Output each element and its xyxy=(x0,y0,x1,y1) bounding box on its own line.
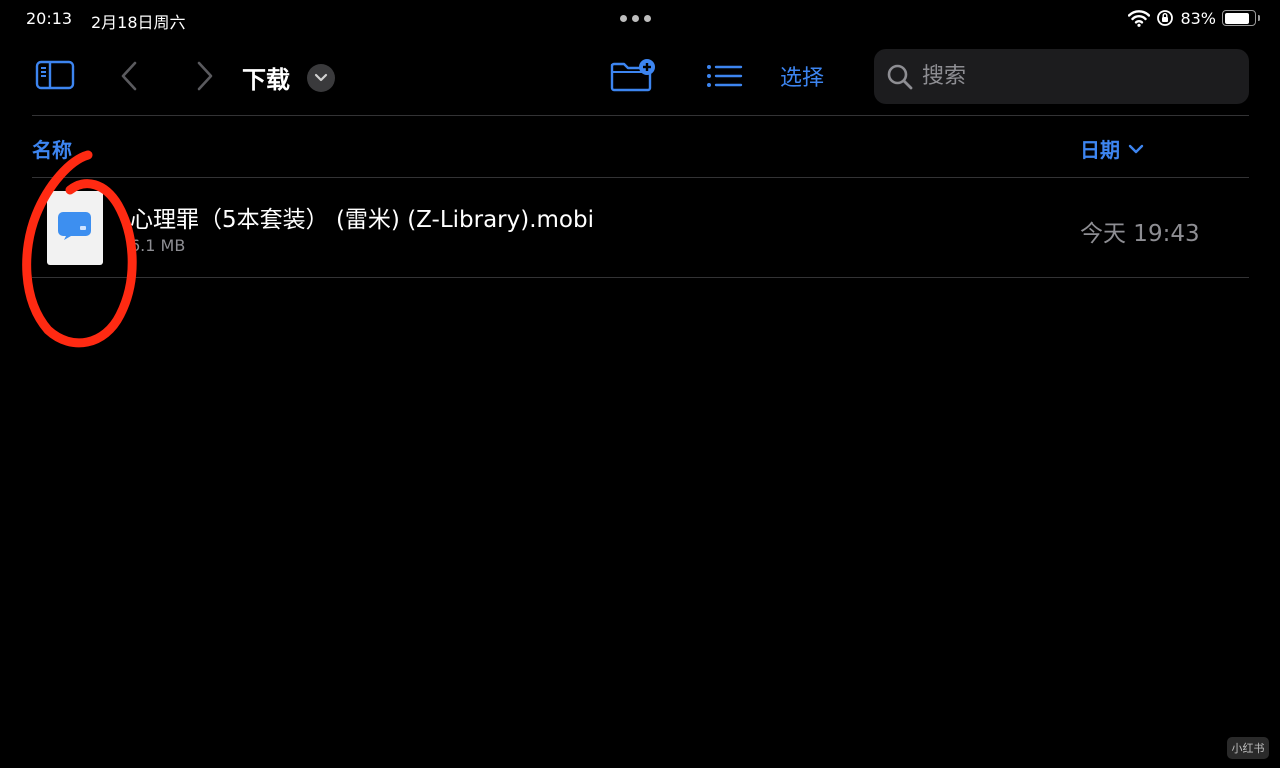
search-icon xyxy=(886,63,914,91)
folder-title: 下载 xyxy=(242,66,290,94)
battery-icon xyxy=(1222,10,1260,26)
status-indicators: 83% xyxy=(1128,6,1260,30)
sort-chevron-down-icon xyxy=(1128,144,1144,153)
select-button[interactable]: 选择 xyxy=(780,60,824,92)
wifi-icon xyxy=(1128,10,1151,27)
status-bar: 20:13 2月18日周六 83% xyxy=(0,0,1280,36)
files-app-screen: 20:13 2月18日周六 83% 下载 选择 搜索 名称 日期 心理罪（5本套… xyxy=(0,0,1280,768)
date-header-label: 日期 xyxy=(1080,138,1120,162)
toolbar-divider xyxy=(32,115,1249,116)
file-size: 6.1 MB xyxy=(130,236,186,255)
list-view-icon xyxy=(707,65,743,87)
back-button[interactable] xyxy=(114,58,144,94)
new-folder-button[interactable] xyxy=(608,56,658,94)
file-date: 今天 19:43 xyxy=(1080,221,1200,247)
title-menu-button[interactable] xyxy=(307,64,335,92)
battery-percentage: 83% xyxy=(1180,8,1216,28)
row-divider xyxy=(32,277,1249,278)
chevron-down-icon xyxy=(314,73,328,82)
chevron-left-icon xyxy=(121,61,137,91)
sort-by-date-header[interactable]: 日期 xyxy=(1080,134,1144,163)
watermark-logo: 小红书 xyxy=(1227,737,1269,759)
search-input[interactable] xyxy=(922,49,1232,104)
search-field[interactable] xyxy=(874,49,1249,104)
file-name: 心理罪（5本套装） (雷米) (Z-Library).mobi xyxy=(130,207,594,233)
forward-button[interactable] xyxy=(190,58,220,94)
chevron-right-icon xyxy=(197,61,213,91)
status-date: 2月18日周六 xyxy=(91,13,186,32)
multitasking-dots-icon[interactable] xyxy=(620,15,651,22)
sidebar-icon xyxy=(35,60,75,90)
file-row[interactable]: 心理罪（5本套装） (雷米) (Z-Library).mobi 6.1 MB 今… xyxy=(0,179,1280,276)
header-divider xyxy=(32,177,1249,178)
new-folder-icon xyxy=(610,59,655,92)
orientation-lock-icon xyxy=(1157,10,1174,26)
sort-by-name-header[interactable]: 名称 xyxy=(32,134,72,163)
view-options-button[interactable] xyxy=(702,58,746,94)
status-time: 20:13 xyxy=(26,9,73,28)
ebook-file-icon[interactable] xyxy=(47,191,103,265)
sidebar-toggle-button[interactable] xyxy=(32,58,78,92)
toolbar: 下载 选择 xyxy=(0,44,1280,108)
